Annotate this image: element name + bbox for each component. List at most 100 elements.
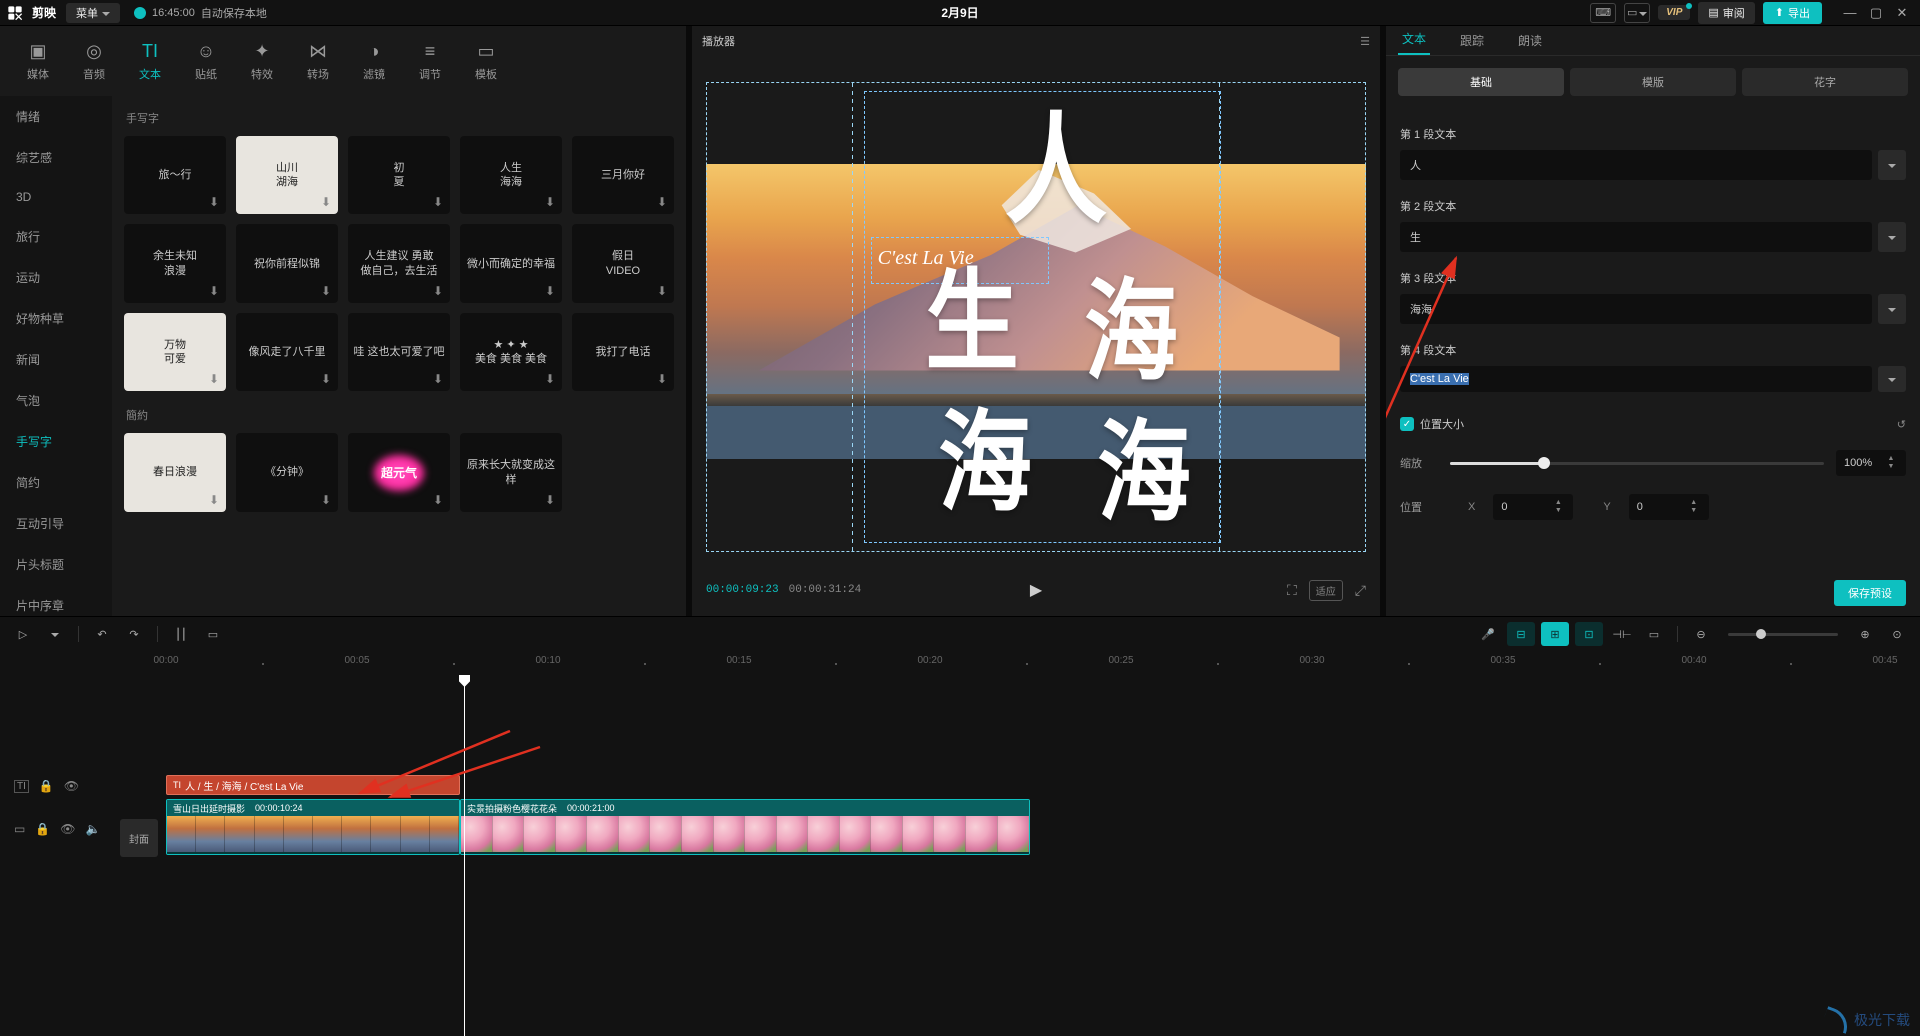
asset-card[interactable]: 原来长大就变成这样⬇ (460, 433, 562, 511)
download-icon[interactable]: ⬇ (430, 194, 446, 210)
mute-icon[interactable]: ▭ (14, 822, 25, 836)
top-tab-模板[interactable]: ▭模板 (458, 34, 514, 88)
visibility-icon[interactable]: 👁 (64, 779, 79, 793)
top-tab-媒体[interactable]: ▣媒体 (10, 34, 66, 88)
segment-input[interactable]: 人 (1400, 150, 1872, 180)
scale-value-input[interactable]: 100% ▲▼ (1836, 450, 1906, 476)
text-clip[interactable]: TI 人 / 生 / 海海 / C'est La Vie (166, 775, 460, 795)
asset-card[interactable]: 微小而确定的幸福⬇ (460, 224, 562, 302)
asset-card[interactable]: 山川湖海⬇ (236, 136, 338, 214)
play-button[interactable]: ▶ (1030, 580, 1042, 600)
pos-y-input[interactable]: 0 ▲▼ (1629, 494, 1709, 520)
preview-toggle-icon[interactable]: ▭ (1641, 622, 1667, 646)
split-tool[interactable]: ⎮⎮ (168, 622, 194, 646)
canvas[interactable]: 人 生 海 海 海 C'est La Vie (706, 82, 1366, 552)
keyboard-icon[interactable]: ⌨ (1590, 3, 1616, 23)
download-icon[interactable]: ⬇ (542, 194, 558, 210)
download-icon[interactable]: ⬇ (318, 283, 334, 299)
download-icon[interactable]: ⬇ (654, 194, 670, 210)
prop-tab[interactable]: 朗读 (1514, 26, 1546, 55)
asset-card[interactable]: ★ ✦ ★美食 美食 美食⬇ (460, 313, 562, 391)
lock-icon[interactable]: 🔒 (35, 822, 50, 836)
category-item[interactable]: 旅行 (0, 216, 112, 257)
snap-toggle-3[interactable]: ⊡ (1575, 622, 1603, 646)
top-tab-特效[interactable]: ✦特效 (234, 34, 290, 88)
asset-card[interactable]: 旅～行⬇ (124, 136, 226, 214)
download-icon[interactable]: ⬇ (318, 194, 334, 210)
asset-card[interactable]: 人生建议 勇敢做自己，去生活⬇ (348, 224, 450, 302)
asset-card[interactable]: 三月你好⬇ (572, 136, 674, 214)
align-icon[interactable]: ⊣⊢ (1609, 622, 1635, 646)
category-item[interactable]: 互动引导 (0, 503, 112, 544)
fullscreen-icon[interactable]: ⤢ (1355, 582, 1366, 599)
ratio-button[interactable]: 适应 (1309, 580, 1343, 601)
category-item[interactable]: 片头标题 (0, 544, 112, 585)
step-up-icon[interactable]: ▲ (1884, 455, 1898, 463)
category-item[interactable]: 运动 (0, 257, 112, 298)
segment-input[interactable]: 海海 (1400, 294, 1872, 324)
layout-icon[interactable]: ▭ (1624, 3, 1650, 23)
prop-tab[interactable]: 跟踪 (1456, 26, 1488, 55)
download-icon[interactable]: ⬇ (654, 371, 670, 387)
snap-toggle-1[interactable]: ⊟ (1507, 622, 1535, 646)
asset-card[interactable]: 哇 这也太可爱了吧⬇ (348, 313, 450, 391)
delete-tool[interactable]: ▭ (200, 622, 226, 646)
category-item[interactable]: 3D (0, 178, 112, 216)
download-icon[interactable]: ⬇ (542, 283, 558, 299)
zoom-in-icon[interactable]: ⊕ (1852, 622, 1878, 646)
segment-dropdown[interactable] (1878, 150, 1906, 180)
prop-subtab[interactable]: 花字 (1742, 68, 1908, 96)
snap-toggle-2[interactable]: ⊞ (1541, 622, 1569, 646)
download-icon[interactable]: ⬇ (542, 371, 558, 387)
pos-x-input[interactable]: 0 ▲▼ (1493, 494, 1573, 520)
asset-card[interactable]: 初夏⬇ (348, 136, 450, 214)
category-item[interactable]: 综艺感 (0, 137, 112, 178)
reset-button[interactable]: ↺ (1897, 418, 1906, 431)
category-item[interactable]: 手写字 (0, 421, 112, 462)
download-icon[interactable]: ⬇ (430, 492, 446, 508)
step-down-icon[interactable]: ▼ (1884, 463, 1898, 471)
position-size-checkbox[interactable]: ✓ (1400, 417, 1414, 431)
category-item[interactable]: 新闻 (0, 339, 112, 380)
top-tab-调节[interactable]: ≡调节 (402, 34, 458, 88)
segment-input[interactable]: C'est La Vie (1400, 366, 1872, 392)
video-clip-1[interactable]: 雪山日出延时摄影 00:00:10:24 (166, 799, 460, 855)
top-tab-滤镜[interactable]: ◑滤镜 (346, 34, 402, 88)
asset-card[interactable]: 超元气⬇ (348, 433, 450, 511)
top-tab-贴纸[interactable]: ☺贴纸 (178, 34, 234, 88)
save-preset-button[interactable]: 保存预设 (1834, 580, 1906, 606)
prop-subtab[interactable]: 基础 (1398, 68, 1564, 96)
review-button[interactable]: ▤ 审阅 (1698, 2, 1754, 24)
asset-card[interactable]: 春日浪漫⬇ (124, 433, 226, 511)
asset-card[interactable]: 我打了电话⬇ (572, 313, 674, 391)
mic-icon[interactable]: 🎤 (1475, 622, 1501, 646)
category-item[interactable]: 好物种草 (0, 298, 112, 339)
download-icon[interactable]: ⬇ (206, 371, 222, 387)
category-item[interactable]: 气泡 (0, 380, 112, 421)
tracks-area[interactable]: TI 🔒 👁 TI 人 / 生 / 海海 / C'est La Vie ▭ 🔒 … (0, 675, 1920, 1036)
category-item[interactable]: 片中序章 (0, 585, 112, 616)
time-ruler[interactable]: 00:0000:0500:1000:1500:2000:2500:3000:35… (120, 651, 1920, 675)
segment-input[interactable]: 生 (1400, 222, 1872, 252)
asset-card[interactable]: 余生未知浪漫⬇ (124, 224, 226, 302)
download-icon[interactable]: ⬇ (430, 371, 446, 387)
visibility-icon[interactable]: 👁 (60, 822, 75, 836)
cover-button[interactable]: 封面 (120, 819, 158, 857)
download-icon[interactable]: ⬇ (206, 283, 222, 299)
asset-card[interactable]: 《分钟》⬇ (236, 433, 338, 511)
pointer-tool[interactable]: ▷ (10, 622, 36, 646)
zoom-fit-icon[interactable]: ⊙ (1884, 622, 1910, 646)
asset-card[interactable]: 人生海海⬇ (460, 136, 562, 214)
redo-tool[interactable]: ↷ (121, 622, 147, 646)
prop-tab[interactable]: 文本 (1398, 24, 1430, 55)
zoom-slider[interactable] (1728, 633, 1838, 636)
download-icon[interactable]: ⬇ (542, 492, 558, 508)
export-button[interactable]: ⬆ 导出 (1763, 2, 1822, 24)
undo-tool[interactable]: ↶ (89, 622, 115, 646)
prop-subtab[interactable]: 模版 (1570, 68, 1736, 96)
category-item[interactable]: 简约 (0, 462, 112, 503)
speaker-icon[interactable]: 🔈 (86, 822, 101, 836)
lock-icon[interactable]: 🔒 (39, 779, 54, 793)
select-tool[interactable] (42, 622, 68, 646)
minimize-button[interactable]: — (1838, 3, 1862, 23)
